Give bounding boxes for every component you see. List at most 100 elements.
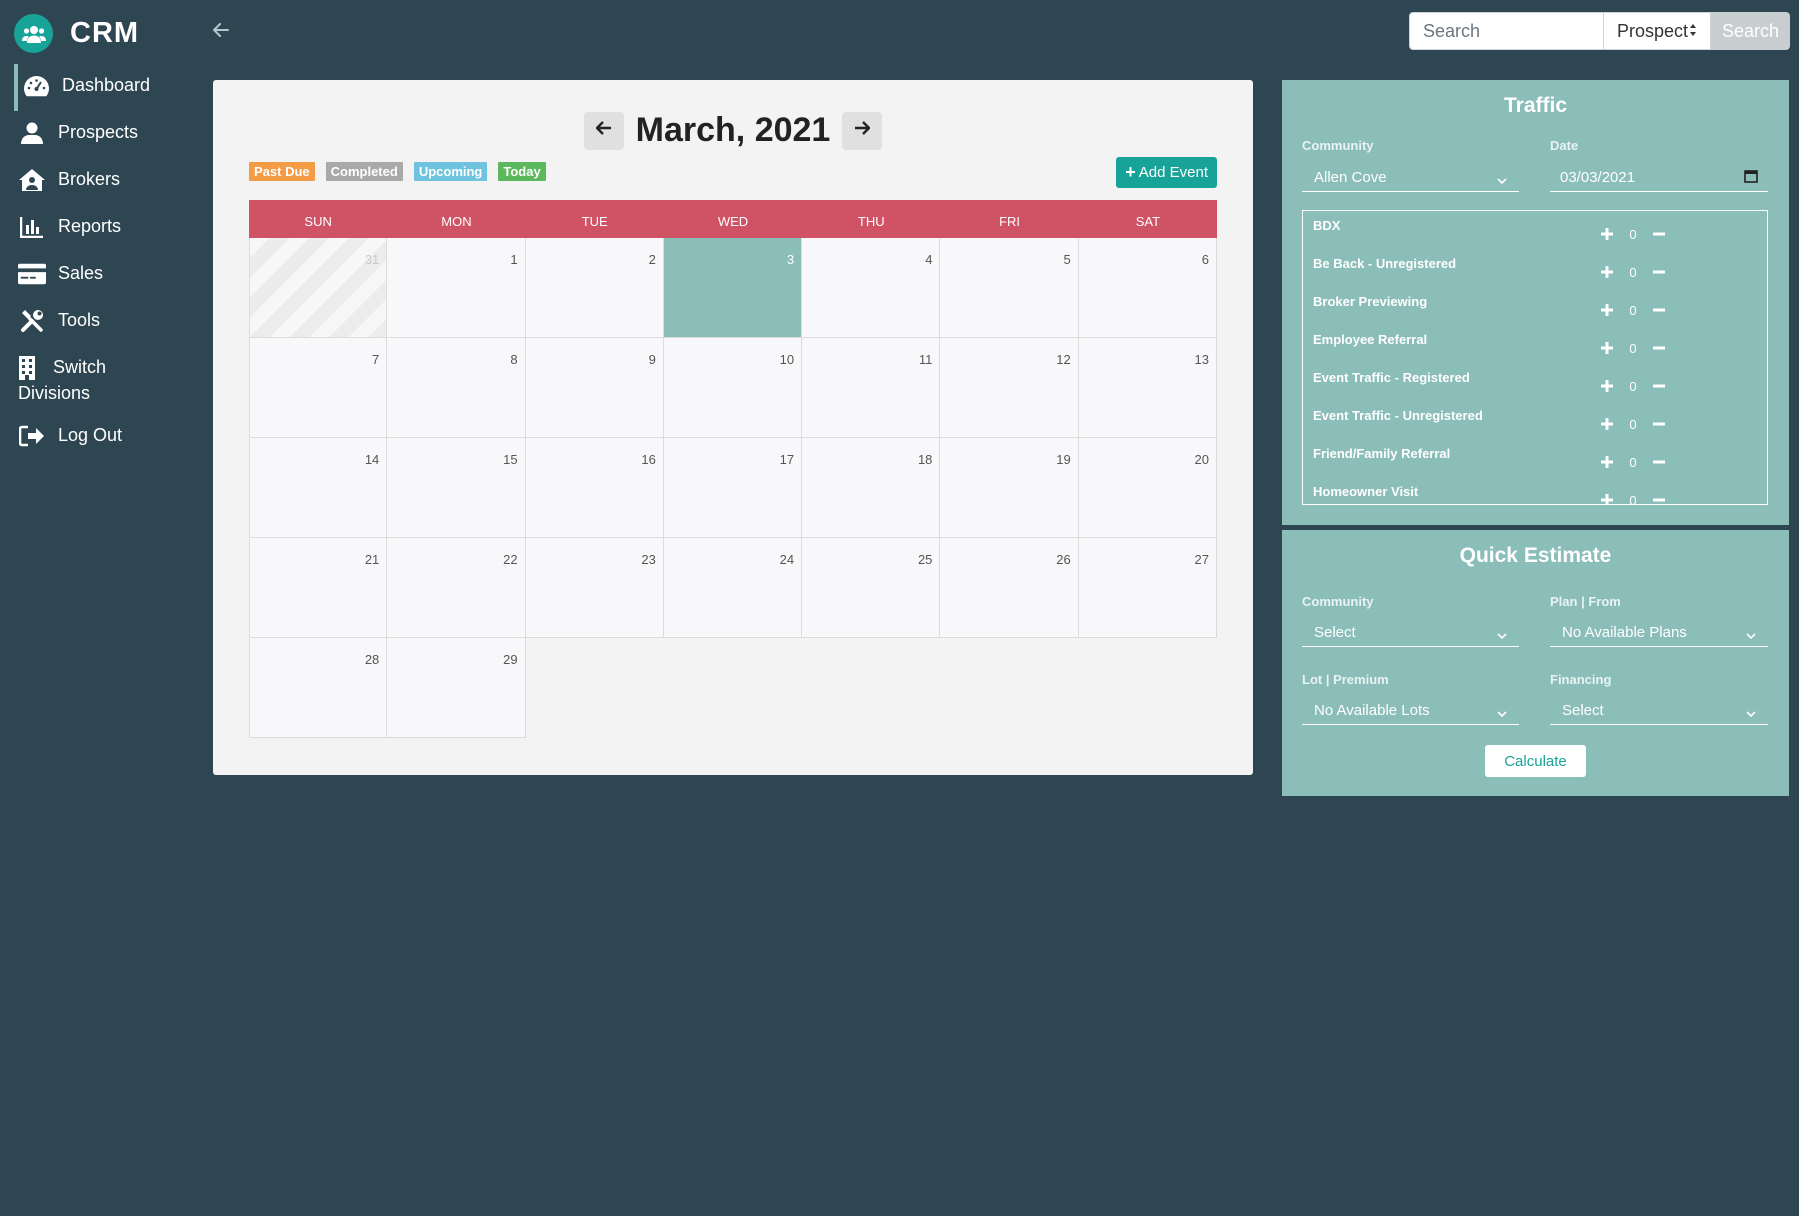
calendar-weekday-header: SUN MON TUE WED THU FRI SAT xyxy=(249,200,1217,238)
sidebar-item-sales[interactable]: Sales xyxy=(0,252,200,299)
plus-icon[interactable] xyxy=(1598,491,1616,504)
search-type-select[interactable]: Prospect xyxy=(1604,12,1711,50)
sidebar-item-label: Sales xyxy=(58,263,104,283)
next-month-button[interactable] xyxy=(842,111,883,150)
minus-icon[interactable] xyxy=(1650,377,1668,395)
add-event-button[interactable]: + Add Event xyxy=(1116,157,1217,188)
plus-icon[interactable] xyxy=(1598,225,1616,243)
back-arrow-icon[interactable] xyxy=(210,18,232,42)
calendar-day-cell[interactable]: 29 xyxy=(387,638,526,738)
calendar-day-cell[interactable]: 27 xyxy=(1078,538,1217,638)
sidebar-item-brokers[interactable]: Brokers xyxy=(0,158,200,205)
day-number: 25 xyxy=(917,552,933,567)
sidebar-item-switch-divisions[interactable]: Switch Divisions xyxy=(0,346,200,414)
calendar-day-cell[interactable]: 9 xyxy=(525,338,664,438)
traffic-row: Friend/Family Referral 0 xyxy=(1303,439,1767,477)
minus-icon[interactable] xyxy=(1650,453,1668,471)
sidebar-item-label: Brokers xyxy=(58,169,121,189)
calendar-day-cell[interactable]: 24 xyxy=(663,538,803,638)
day-number: 7 xyxy=(372,352,380,367)
traffic-community-select[interactable]: Allen Cove xyxy=(1302,164,1519,192)
calendar-day-cell[interactable]: 15 xyxy=(387,438,526,538)
traffic-date-input[interactable]: 03/03/2021 xyxy=(1550,164,1768,192)
traffic-row: Broker Previewing 0 xyxy=(1303,287,1767,325)
sidebar-item-reports[interactable]: Reports xyxy=(0,205,200,252)
qe-plan-select[interactable]: No Available Plans xyxy=(1550,619,1768,647)
calendar-day-cell[interactable]: 31 xyxy=(249,238,388,338)
sort-arrows-icon xyxy=(1689,21,1697,42)
traffic-source-label: Be Back - Unregistered xyxy=(1313,256,1457,271)
plus-icon[interactable] xyxy=(1598,453,1616,471)
traffic-counter: 0 xyxy=(1598,415,1668,433)
minus-icon[interactable] xyxy=(1650,339,1668,357)
minus-icon[interactable] xyxy=(1650,491,1668,504)
calendar-day-cell[interactable]: 10 xyxy=(663,338,803,438)
calendar-day-cell[interactable]: 8 xyxy=(387,338,526,438)
calendar-day-cell[interactable]: 22 xyxy=(387,538,526,638)
sidebar-item-dashboard[interactable]: Dashboard xyxy=(0,64,200,111)
qe-community-select[interactable]: Select xyxy=(1302,619,1519,647)
calendar-day-cell[interactable]: 3 xyxy=(663,238,803,338)
traffic-count: 0 xyxy=(1629,264,1637,280)
quick-estimate-panel: Quick Estimate Community Select Plan | F… xyxy=(1282,530,1789,796)
minus-icon[interactable] xyxy=(1650,225,1668,243)
calculate-button[interactable]: Calculate xyxy=(1485,745,1586,777)
calendar-day-cell[interactable]: 16 xyxy=(525,438,664,538)
calendar-day-cell[interactable]: 20 xyxy=(1078,438,1217,538)
calendar-day-cell[interactable]: 21 xyxy=(249,538,388,638)
chevron-down-icon xyxy=(1746,706,1756,717)
sidebar-item-prospects[interactable]: Prospects xyxy=(0,111,200,158)
day-number: 19 xyxy=(1056,452,1071,467)
calendar-day-cell[interactable]: 4 xyxy=(802,238,941,338)
calendar-day-cell[interactable]: 12 xyxy=(940,338,1079,438)
arrow-right-icon xyxy=(854,121,872,140)
calendar-day-cell[interactable]: 7 xyxy=(249,338,388,438)
plus-icon[interactable] xyxy=(1598,339,1616,357)
quick-estimate-title: Quick Estimate xyxy=(1459,544,1612,567)
calendar-day-cell[interactable]: 18 xyxy=(802,438,941,538)
calendar-day-cell[interactable]: 5 xyxy=(940,238,1079,338)
day-number: 15 xyxy=(503,452,518,467)
brand[interactable]: CRM xyxy=(14,14,139,53)
traffic-panel: Traffic Community Allen Cove Date 03/03/… xyxy=(1282,80,1789,525)
traffic-counter: 0 xyxy=(1598,263,1668,281)
calendar-day-cell[interactable]: 28 xyxy=(249,638,388,738)
search-button[interactable]: Search xyxy=(1711,12,1790,50)
traffic-count: 0 xyxy=(1629,492,1637,505)
calendar-icon[interactable] xyxy=(1744,169,1758,187)
legend-upcoming: Upcoming xyxy=(413,162,488,181)
prev-month-button[interactable] xyxy=(583,111,624,150)
users-icon xyxy=(14,14,53,53)
plus-icon[interactable] xyxy=(1598,377,1616,395)
day-number: 23 xyxy=(641,552,656,567)
user-icon xyxy=(18,120,46,146)
calendar-day-cell[interactable]: 26 xyxy=(940,538,1079,638)
calendar-day-cell[interactable]: 23 xyxy=(525,538,664,638)
calendar-day-cell[interactable]: 25 xyxy=(802,538,941,638)
sidebar-item-label: Reports xyxy=(58,216,122,236)
plus-icon[interactable] xyxy=(1598,263,1616,281)
day-number: 18 xyxy=(917,452,933,467)
day-number: 1 xyxy=(510,252,518,267)
calendar-empty-cell xyxy=(525,638,664,738)
sidebar-item-tools[interactable]: Tools xyxy=(0,299,200,346)
calendar-day-cell[interactable]: 17 xyxy=(663,438,803,538)
calendar-day-cell[interactable]: 19 xyxy=(940,438,1079,538)
calendar-day-cell[interactable]: 2 xyxy=(525,238,664,338)
plus-icon[interactable] xyxy=(1598,415,1616,433)
qe-financing-select[interactable]: Select xyxy=(1550,697,1768,725)
minus-icon[interactable] xyxy=(1650,415,1668,433)
search-input[interactable] xyxy=(1409,12,1604,50)
calendar-day-cell[interactable]: 11 xyxy=(802,338,941,438)
minus-icon[interactable] xyxy=(1650,301,1668,319)
calendar-day-cell[interactable]: 6 xyxy=(1078,238,1217,338)
qe-lot-select[interactable]: No Available Lots xyxy=(1302,697,1519,725)
day-number: 20 xyxy=(1194,452,1209,467)
day-number: 17 xyxy=(779,452,795,467)
calendar-day-cell[interactable]: 14 xyxy=(249,438,388,538)
calendar-day-cell[interactable]: 13 xyxy=(1078,338,1217,438)
sidebar-item-log-out[interactable]: Log Out xyxy=(0,414,200,461)
minus-icon[interactable] xyxy=(1650,263,1668,281)
plus-icon[interactable] xyxy=(1598,301,1616,319)
calendar-day-cell[interactable]: 1 xyxy=(387,238,526,338)
